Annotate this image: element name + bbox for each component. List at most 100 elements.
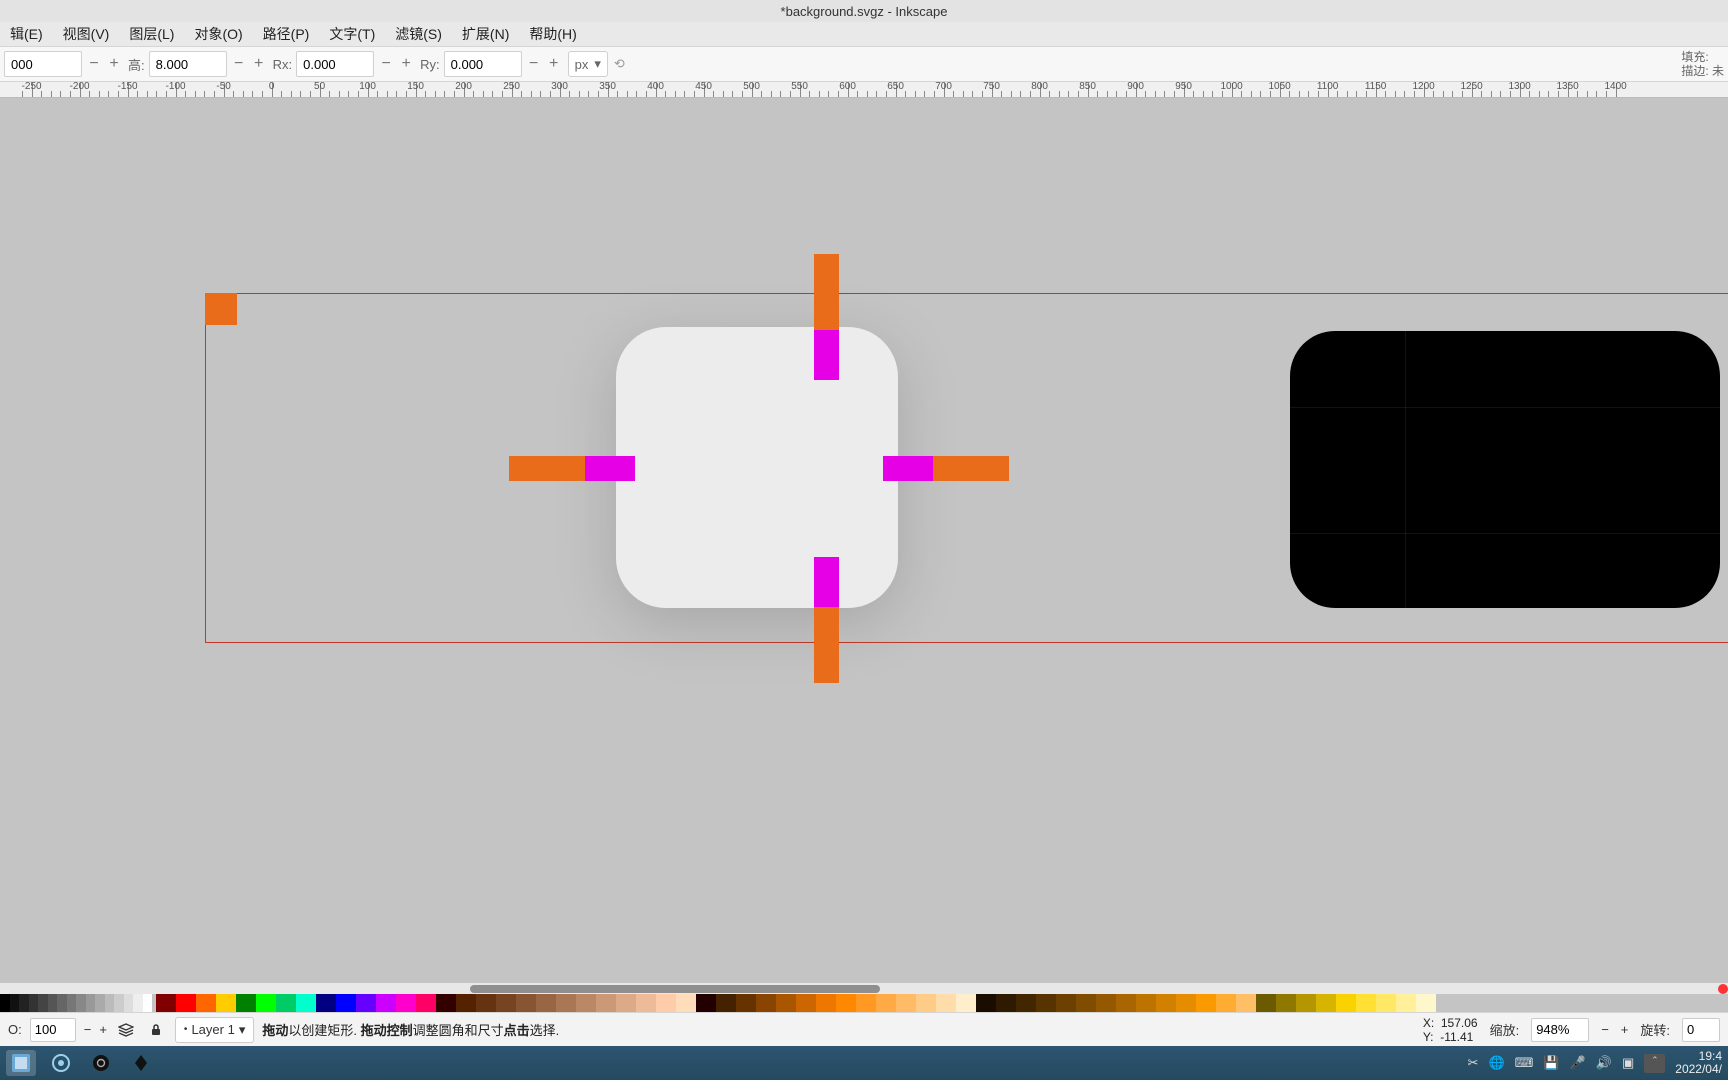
- swatch[interactable]: [516, 994, 536, 1012]
- swatch[interactable]: [1316, 994, 1336, 1012]
- height-plus-icon[interactable]: +: [251, 51, 267, 77]
- swatch[interactable]: [133, 994, 143, 1012]
- menu-item-0[interactable]: 辑(E): [0, 22, 53, 46]
- lock-icon[interactable]: [145, 1019, 167, 1041]
- swatch[interactable]: [476, 994, 496, 1012]
- canvas-horizontal-scrollbar[interactable]: [0, 982, 1728, 994]
- width-minus-icon[interactable]: −: [86, 51, 102, 77]
- swatch[interactable]: [1056, 994, 1076, 1012]
- handle-left-orange[interactable]: [509, 456, 585, 481]
- swatch[interactable]: [696, 994, 716, 1012]
- reset-corners-icon[interactable]: ⟲: [614, 56, 636, 72]
- height-minus-icon[interactable]: −: [231, 51, 247, 77]
- taskbar-clock[interactable]: 19:4 2022/04/: [1675, 1050, 1722, 1076]
- ry-plus-icon[interactable]: +: [546, 51, 562, 77]
- swatch[interactable]: [296, 994, 316, 1012]
- swatch[interactable]: [336, 994, 356, 1012]
- tray-expand-icon[interactable]: ＾: [1644, 1054, 1665, 1073]
- swatch[interactable]: [536, 994, 556, 1012]
- zoom-plus-icon[interactable]: +: [1621, 1022, 1629, 1037]
- swatch[interactable]: [1296, 994, 1316, 1012]
- taskbar-app-chromium[interactable]: [46, 1050, 76, 1076]
- handle-top-orange[interactable]: [814, 254, 839, 330]
- zoom-minus-icon[interactable]: −: [1601, 1022, 1609, 1037]
- swatch[interactable]: [856, 994, 876, 1012]
- swatch[interactable]: [1356, 994, 1376, 1012]
- swatch[interactable]: [114, 994, 124, 1012]
- swatch[interactable]: [1016, 994, 1036, 1012]
- swatch[interactable]: [996, 994, 1016, 1012]
- tray-disk-icon[interactable]: 💾: [1543, 1055, 1559, 1071]
- swatch[interactable]: [143, 994, 153, 1012]
- swatch[interactable]: [1156, 994, 1176, 1012]
- swatch[interactable]: [936, 994, 956, 1012]
- swatch[interactable]: [1216, 994, 1236, 1012]
- swatch[interactable]: [636, 994, 656, 1012]
- swatch[interactable]: [1256, 994, 1276, 1012]
- swatch[interactable]: [776, 994, 796, 1012]
- swatch[interactable]: [10, 994, 20, 1012]
- menu-item-2[interactable]: 图层(L): [119, 22, 184, 46]
- width-plus-icon[interactable]: +: [106, 51, 122, 77]
- scrollbar-thumb[interactable]: [470, 985, 880, 993]
- swatch[interactable]: [876, 994, 896, 1012]
- swatch[interactable]: [67, 994, 77, 1012]
- handle-left-magenta[interactable]: [585, 456, 635, 481]
- swatch[interactable]: [416, 994, 436, 1012]
- swatch[interactable]: [356, 994, 376, 1012]
- swatch[interactable]: [38, 994, 48, 1012]
- swatch[interactable]: [576, 994, 596, 1012]
- swatch[interactable]: [656, 994, 676, 1012]
- shape-light-rounded-square[interactable]: [616, 327, 898, 608]
- swatch[interactable]: [19, 994, 29, 1012]
- swatch[interactable]: [95, 994, 105, 1012]
- taskbar-app-obs[interactable]: [86, 1050, 116, 1076]
- swatch[interactable]: [916, 994, 936, 1012]
- swatch[interactable]: [1116, 994, 1136, 1012]
- menu-item-5[interactable]: 文字(T): [319, 22, 385, 46]
- swatch[interactable]: [1196, 994, 1216, 1012]
- swatch[interactable]: [1236, 994, 1256, 1012]
- handle-bottom-orange[interactable]: [814, 607, 839, 683]
- handle-right-magenta[interactable]: [883, 456, 933, 481]
- tray-shell-icon[interactable]: ▣: [1622, 1055, 1634, 1071]
- swatch[interactable]: [176, 994, 196, 1012]
- height-input[interactable]: [149, 51, 227, 77]
- opacity-plus-icon[interactable]: +: [99, 1022, 107, 1037]
- swatch[interactable]: [1276, 994, 1296, 1012]
- swatch[interactable]: [456, 994, 476, 1012]
- swatch[interactable]: [1176, 994, 1196, 1012]
- swatch[interactable]: [196, 994, 216, 1012]
- swatch[interactable]: [1416, 994, 1436, 1012]
- menu-item-8[interactable]: 帮助(H): [519, 22, 586, 46]
- swatch[interactable]: [1336, 994, 1356, 1012]
- taskbar-start-button[interactable]: [6, 1050, 36, 1076]
- swatch[interactable]: [48, 994, 58, 1012]
- swatch[interactable]: [756, 994, 776, 1012]
- canvas-area[interactable]: [0, 98, 1728, 982]
- swatch[interactable]: [1036, 994, 1056, 1012]
- menu-item-3[interactable]: 对象(O): [184, 22, 252, 46]
- swatch[interactable]: [736, 994, 756, 1012]
- swatch[interactable]: [156, 994, 176, 1012]
- tray-keyboard-icon[interactable]: ⌨: [1515, 1055, 1534, 1071]
- layer-select[interactable]: • Layer 1 ▾: [175, 1017, 254, 1043]
- rotate-input[interactable]: [1682, 1018, 1720, 1042]
- taskbar-app-inkscape[interactable]: [126, 1050, 156, 1076]
- swatch[interactable]: [836, 994, 856, 1012]
- swatch[interactable]: [105, 994, 115, 1012]
- swatch[interactable]: [256, 994, 276, 1012]
- ry-minus-icon[interactable]: −: [526, 51, 542, 77]
- swatch[interactable]: [716, 994, 736, 1012]
- swatch[interactable]: [124, 994, 134, 1012]
- width-input[interactable]: [4, 51, 82, 77]
- swatch[interactable]: [86, 994, 96, 1012]
- zoom-input[interactable]: [1531, 1018, 1589, 1042]
- tray-scissors-icon[interactable]: ✂: [1468, 1055, 1479, 1071]
- swatch[interactable]: [396, 994, 416, 1012]
- swatch[interactable]: [1076, 994, 1096, 1012]
- tray-volume-icon[interactable]: 🔊: [1596, 1055, 1612, 1071]
- swatch[interactable]: [1376, 994, 1396, 1012]
- swatch[interactable]: [1096, 994, 1116, 1012]
- swatch[interactable]: [896, 994, 916, 1012]
